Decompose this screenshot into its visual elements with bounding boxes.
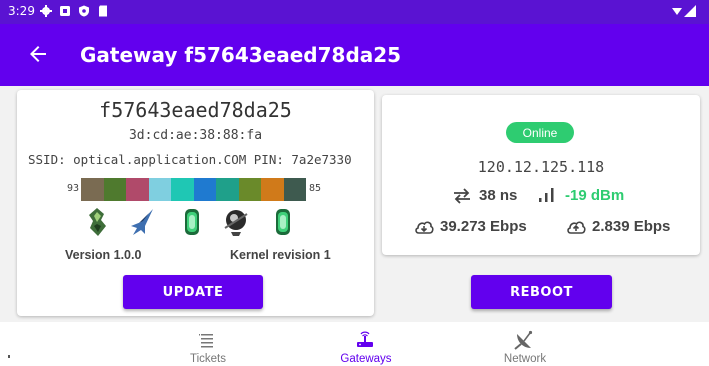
gateway-icon-row xyxy=(17,206,374,238)
colorbar-swatch xyxy=(126,178,149,201)
app-bar: Gateway f57643eaed78da25 xyxy=(0,24,709,86)
colorbar-swatch xyxy=(283,178,306,201)
colorbar-swatch xyxy=(216,178,239,201)
nav-gateways-label: Gateways xyxy=(340,353,392,365)
colorbar-right-value: 85 xyxy=(309,183,322,194)
gateway-name: f57643eaed78da25 xyxy=(99,98,292,122)
colorbar-swatch xyxy=(148,178,171,201)
colorbar-swatches xyxy=(81,178,306,201)
upload-speed: 2.839 Ebps xyxy=(592,218,671,235)
colorbar-swatch xyxy=(81,178,104,201)
nav-tickets[interactable]: Tickets xyxy=(148,322,268,366)
nav-network-label: Network xyxy=(503,353,547,365)
colorbar-swatch xyxy=(261,178,284,201)
jet-fighter-icon xyxy=(131,209,153,235)
colorbar-swatch xyxy=(103,178,126,201)
green-gem-icon xyxy=(185,209,199,235)
cell-signal-icon xyxy=(684,5,696,17)
update-button[interactable]: UPDATE xyxy=(123,275,263,309)
kernel-revision: Kernel revision 1 xyxy=(230,248,331,262)
back-arrow-icon[interactable] xyxy=(26,42,50,66)
wifi-icon xyxy=(672,8,682,15)
swap-arrows-icon xyxy=(454,188,470,204)
colorbar-left-value: 93 xyxy=(66,183,79,194)
latency-value: 38 ns xyxy=(479,187,518,204)
sd-card-icon xyxy=(99,5,107,17)
content-area: f57643eaed78da25 3d:cd:ae:38:88:fa SSID:… xyxy=(0,86,709,322)
nav-gateways[interactable]: Gateways xyxy=(306,322,426,366)
ip-address: 120.12.125.118 xyxy=(477,158,605,176)
colorbar-swatch xyxy=(238,178,261,201)
nav-tickets-label: Tickets xyxy=(190,353,226,365)
green-gem-icon-2 xyxy=(276,209,290,235)
cloud-upload-icon xyxy=(567,221,586,234)
crystal-figure-icon xyxy=(89,208,106,236)
online-status-badge: Online xyxy=(506,122,574,143)
nav-network[interactable]: Network xyxy=(465,322,585,366)
status-bar: 3:29 xyxy=(0,0,709,24)
gateway-colorbar: 93 85 xyxy=(17,178,374,202)
cloud-download-icon xyxy=(415,221,434,234)
square-notification-icon xyxy=(60,6,70,16)
status-time: 3:29 xyxy=(8,4,35,18)
gateway-ssid-pin: SSID: optical.application.COM PIN: 7a2e7… xyxy=(28,152,352,167)
download-speed: 39.273 Ebps xyxy=(440,218,527,235)
reboot-button[interactable]: REBOOT xyxy=(471,275,612,309)
satellite-orb-icon xyxy=(224,210,248,236)
colorbar-swatch xyxy=(193,178,216,201)
bottom-navigation: Tickets Gateways Network xyxy=(0,322,709,366)
gateway-status-card: Online 120.12.125.118 38 ns -19 dBm 39.2… xyxy=(382,95,700,255)
firmware-version: Version 1.0.0 xyxy=(65,248,142,262)
signal-strength-value: -19 dBm xyxy=(565,187,625,204)
satellite-dish-icon xyxy=(514,330,533,350)
edge-mark xyxy=(8,355,10,358)
list-icon xyxy=(199,334,213,348)
page-title: Gateway f57643eaed78da25 xyxy=(80,43,402,67)
gateway-mac: 3d:cd:ae:38:88:fa xyxy=(128,128,263,143)
colorbar-swatch xyxy=(171,178,194,201)
settings-icon xyxy=(40,5,52,17)
router-icon xyxy=(357,331,373,347)
shield-icon xyxy=(79,5,89,17)
signal-bars-icon xyxy=(539,188,554,202)
